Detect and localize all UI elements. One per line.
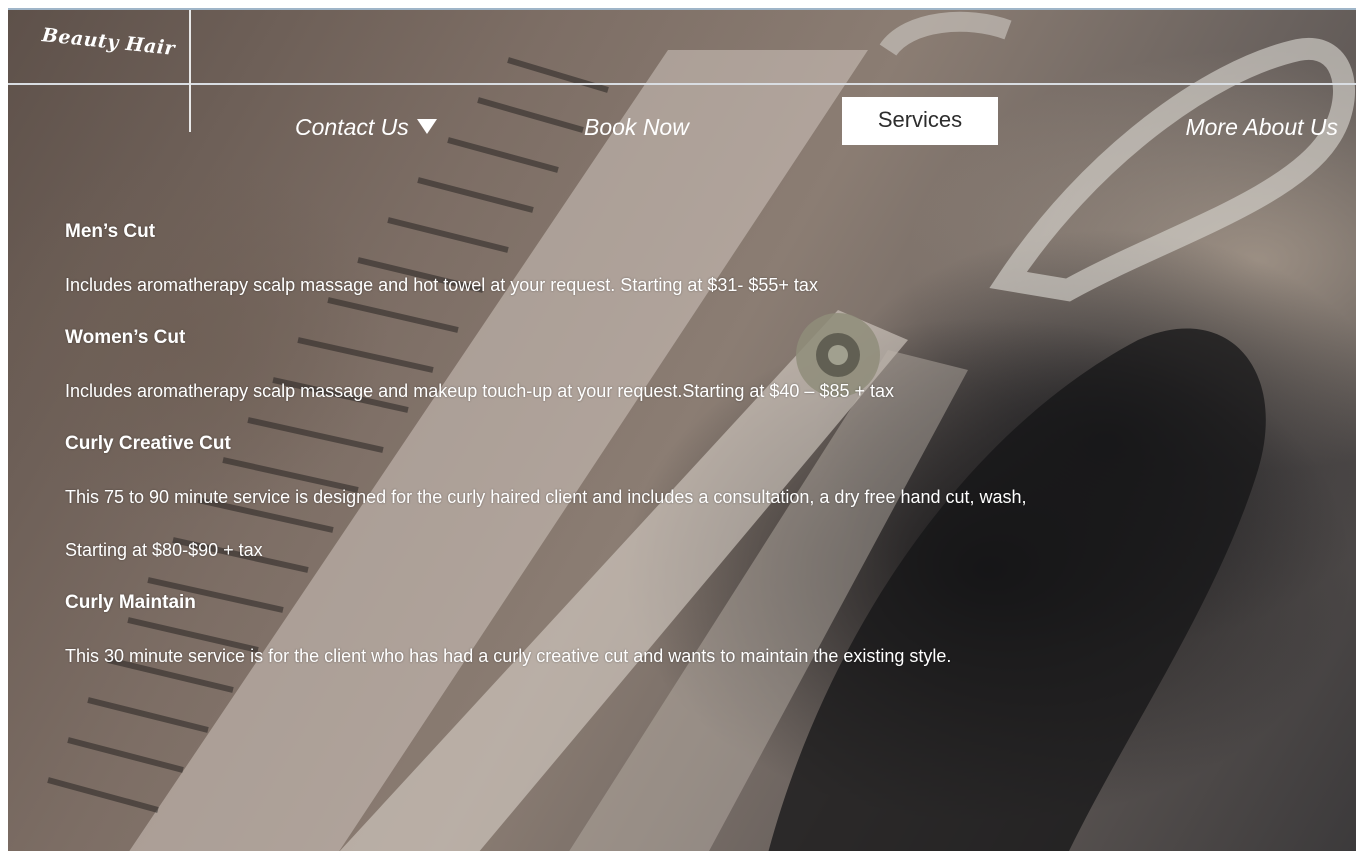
service-desc-curly-maintain: This 30 minute service is for the client… [65, 646, 952, 666]
service-title-curly-maintain: Curly Maintain [65, 592, 196, 613]
nav-contact-us[interactable]: Contact Us [295, 114, 437, 141]
nav-book-now[interactable]: Book Now [584, 114, 689, 141]
nav-services-active[interactable]: Services [842, 97, 998, 145]
service-title-mens-cut: Men’s Cut [65, 221, 156, 242]
nav-more-about-us[interactable]: More About Us [1185, 114, 1338, 141]
service-title-womens-cut: Women’s Cut [65, 327, 186, 348]
header-divider [8, 83, 1356, 85]
nav-contact-label: Contact Us [295, 114, 409, 140]
service-desc-curly-creative-cut: This 75 to 90 minute service is designed… [65, 487, 1027, 507]
service-title-curly-creative-cut: Curly Creative Cut [65, 433, 231, 454]
triangle-down-icon [416, 119, 437, 134]
service-desc-mens-cut: Includes aromatherapy scalp massage and … [65, 275, 818, 295]
services-list: Men’s Cut Includes aromatherapy scalp ma… [65, 217, 1027, 694]
service-desc-curly-creative-cut-line2: Starting at $80-$90 + tax [65, 540, 263, 560]
service-desc-womens-cut: Includes aromatherapy scalp massage and … [65, 381, 895, 401]
logo-divider [189, 10, 191, 132]
page-frame: Beauty Hair Contact Us Book Now Services… [8, 8, 1356, 851]
